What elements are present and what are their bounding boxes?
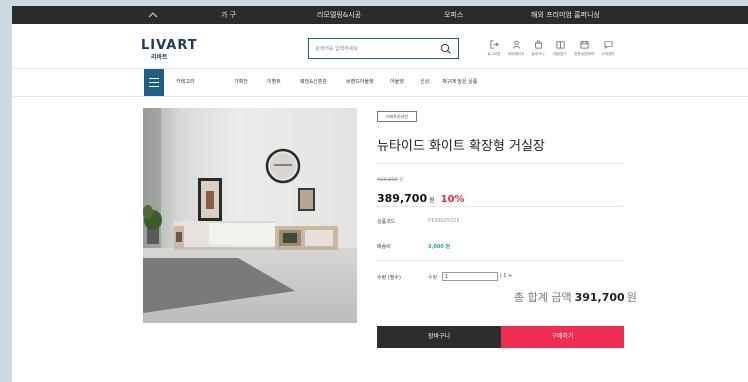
topbar-link-office[interactable]: 오피스 [444, 6, 463, 24]
nav-item-brand-outlet[interactable]: 브랜드아울렛 [346, 75, 374, 89]
chat-icon [604, 41, 612, 49]
visit-booking-label: 방문상담예약 [574, 52, 594, 56]
original-price-value: 433,000 [377, 177, 398, 183]
home-icon[interactable] [148, 10, 158, 20]
title-divider [377, 163, 623, 164]
nav-item-repurchase[interactable]: 재구매 높은 상품 [442, 75, 477, 89]
nav-item-event[interactable]: 이벤트 [267, 75, 281, 89]
page: 가 구 리모델링&시공 오피스 해외 프리미엄 홈퍼니싱 LIVART 리바트 … [12, 6, 748, 382]
cart-link-label: 장바구니 [531, 52, 545, 56]
mypage-label: 마이페이지 [507, 52, 525, 56]
calendar-icon [580, 40, 588, 49]
info-divider [377, 260, 623, 261]
customer-center-button[interactable]: 고객센터 [596, 38, 620, 64]
total-price: 총 합계 금액 391,700 원 [514, 289, 637, 305]
buy-now-button[interactable]: 구매하기 [501, 326, 624, 348]
logo[interactable]: LIVART 리바트 [141, 38, 198, 61]
price-divider [377, 206, 623, 207]
sale-price-value: 389,700 [377, 192, 428, 205]
product-code-label: 상품코드 [377, 219, 396, 225]
category-menu-button[interactable] [144, 69, 164, 96]
store-finder-button[interactable]: 매장찾기 [548, 38, 572, 64]
cart-icon [534, 40, 542, 49]
nav-divider-bottom [12, 96, 748, 97]
top-bar: 가 구 리모델링&시공 오피스 해외 프리미엄 홈퍼니싱 [12, 6, 748, 24]
user-icon [512, 40, 520, 49]
shipping-value: 3,000 원 [428, 244, 451, 250]
sale-price: 389,700 원 10% [377, 187, 465, 206]
discount-rate: 10% [440, 194, 465, 205]
product-code-value: P100025025 [428, 218, 460, 224]
logo-subtext: 리바트 [151, 54, 168, 61]
nav-divider-top [12, 68, 748, 69]
shipping-label: 배송비 [377, 244, 391, 250]
logo-text: LIVART [141, 38, 198, 53]
search-icon[interactable] [440, 43, 452, 55]
logout-icon [490, 40, 499, 49]
nav-item-exhibition[interactable]: 기획전 [234, 75, 248, 89]
quantity-input[interactable] [442, 272, 498, 281]
mypage-button[interactable]: 마이페이지 [504, 38, 528, 64]
catalog-icon [556, 41, 564, 49]
total-amount: 391,700 [574, 291, 625, 304]
store-finder-label: 매장찾기 [553, 52, 567, 56]
customer-center-label: 고객센터 [601, 52, 615, 56]
search-box [308, 38, 459, 59]
sale-price-unit: 원 [429, 197, 435, 204]
nav-item-outlet[interactable]: 아울렛 [390, 75, 404, 89]
visit-booking-button[interactable]: 방문상담예약 [572, 38, 596, 64]
logout-button[interactable]: 로그아웃 [482, 38, 506, 64]
logout-label: 로그아웃 [487, 52, 501, 56]
header-utility-icons: 로그아웃 마이페이지 장바구니 매장찾기 방문상담예약 고객센터 [482, 38, 642, 64]
nav-item-category[interactable]: 카테고리 [176, 75, 194, 89]
cart-link-button[interactable]: 장바구니 [526, 38, 550, 64]
quantity-row-label: 수량 (필수) [377, 275, 401, 281]
search-input[interactable] [315, 42, 435, 55]
online-badge: 리바트온라인 [377, 111, 417, 122]
total-unit: 원 [626, 291, 637, 304]
original-price: 433,000 원 [377, 176, 404, 183]
product-title: 뉴타이드 화이트 확장형 거실장 [377, 139, 545, 154]
topbar-link-remodeling[interactable]: 리모델링&시공 [317, 6, 361, 24]
total-label: 총 합계 금액 [514, 291, 572, 304]
nav-item-wedding[interactable]: 웨딩&신혼관 [300, 75, 327, 89]
nav-item-new[interactable]: 신상 [420, 75, 429, 89]
add-to-cart-button[interactable]: 장바구니 [377, 326, 501, 348]
original-price-unit: 원 [399, 177, 404, 183]
topbar-link-premium[interactable]: 해외 프리미엄 홈퍼니싱 [531, 6, 600, 24]
hamburger-icon [149, 86, 159, 87]
quantity-stepper[interactable]: | 1 + [500, 273, 512, 279]
quantity-label: 수량 [428, 275, 438, 281]
hamburger-icon [149, 82, 159, 83]
topbar-link-furniture[interactable]: 가 구 [221, 6, 236, 24]
product-image[interactable] [143, 108, 357, 323]
hamburger-icon [149, 78, 159, 79]
